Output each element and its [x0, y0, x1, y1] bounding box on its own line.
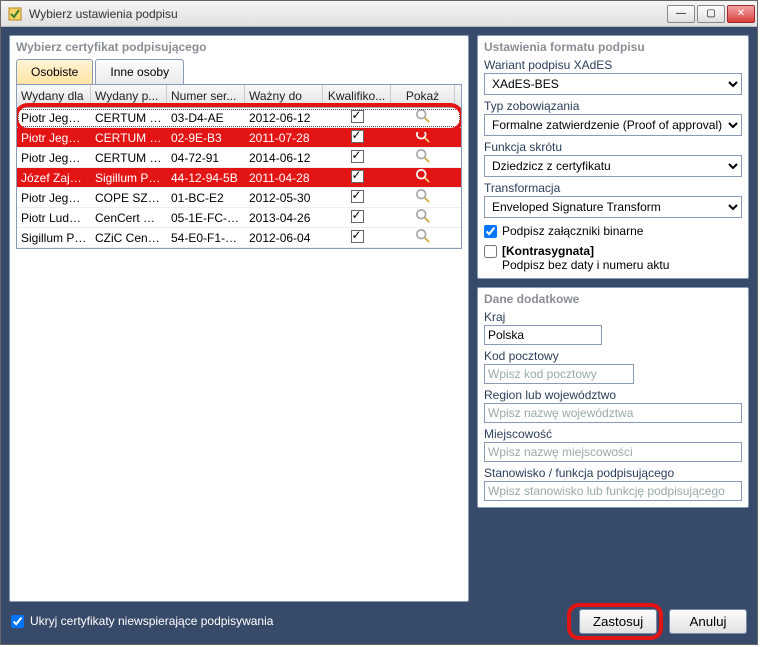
position-field[interactable] [484, 481, 742, 501]
sign-binary-checkbox[interactable] [484, 225, 497, 238]
country-field[interactable] [484, 325, 602, 345]
certificate-panel-title: Wybierz certyfikat podpisującego [16, 40, 462, 54]
qualified-check-icon [351, 190, 364, 203]
transform-label: Transformacja [484, 181, 742, 195]
postal-field[interactable] [484, 364, 634, 384]
city-label: Miejscowość [484, 427, 742, 441]
magnifier-icon[interactable] [416, 129, 430, 143]
magnifier-icon[interactable] [416, 149, 430, 163]
table-row[interactable]: Piotr Jegor...CERTUM QCA03-D4-AE2012-06-… [17, 108, 461, 128]
qualified-check-icon [351, 210, 364, 223]
qualified-check-icon [351, 150, 364, 163]
position-label: Stanowisko / funkcja podpisującego [484, 466, 742, 480]
countersign-desc: Podpisz bez daty i numeru aktu [502, 258, 669, 272]
country-label: Kraj [484, 310, 742, 324]
table-body: Piotr Jegor...CERTUM QCA03-D4-AE2012-06-… [17, 108, 461, 248]
col-issued-by[interactable]: Wydany p... [91, 85, 167, 107]
variant-select[interactable]: XAdES-BES [484, 73, 742, 95]
magnifier-icon[interactable] [416, 209, 430, 223]
magnifier-icon[interactable] [416, 109, 430, 123]
table-row[interactable]: Piotr JegorowCERTUM QCA02-9E-B32011-07-2… [17, 128, 461, 148]
table-row[interactable]: Piotr JegorowCOPE SZAF...01-BC-E22012-05… [17, 188, 461, 208]
transform-select[interactable]: Enveloped Signature Transform [484, 196, 742, 218]
variant-label: Wariant podpisu XAdES [484, 58, 742, 72]
hide-unsupported-checkbox[interactable] [11, 615, 24, 628]
magnifier-icon[interactable] [416, 169, 430, 183]
countersign-label: [Kontrasygnata] [502, 244, 594, 258]
format-settings-panel: Ustawienia formatu podpisu Wariant podpi… [477, 35, 749, 279]
qualified-check-icon [351, 110, 364, 123]
table-row[interactable]: Piotr Jegor...CERTUM QCA04-72-912014-06-… [17, 148, 461, 168]
additional-data-panel: Dane dodatkowe Kraj Kod pocztowy Region … [477, 287, 749, 508]
cancel-button[interactable]: Anuluj [669, 609, 747, 634]
close-button[interactable]: ✕ [727, 5, 755, 23]
col-issued-for[interactable]: Wydany dla [17, 85, 91, 107]
apply-button[interactable]: Zastosuj [579, 609, 657, 634]
magnifier-icon[interactable] [416, 189, 430, 203]
sign-binary-label: Podpisz załączniki binarne [502, 224, 643, 238]
table-header-row: Wydany dla Wydany p... Numer ser... Ważn… [17, 85, 461, 108]
col-qualified[interactable]: Kwalifiko... [323, 85, 391, 107]
table-row[interactable]: Sigillum PC...CZiC Centr...54-E0-F1-B...… [17, 228, 461, 248]
qualified-check-icon [351, 230, 364, 243]
certificate-table: Wydany dla Wydany p... Numer ser... Ważn… [16, 84, 462, 249]
tab-others[interactable]: Inne osoby [95, 59, 184, 84]
col-serial[interactable]: Numer ser... [167, 85, 245, 107]
hash-label: Funkcja skrótu [484, 140, 742, 154]
table-row[interactable]: Józef Zajko...Sigillum PC...44-12-94-5B2… [17, 168, 461, 188]
window-title: Wybierz ustawienia podpisu [29, 7, 665, 21]
certificate-panel: Wybierz certyfikat podpisującego Osobist… [9, 35, 469, 602]
minimize-button[interactable]: — [667, 5, 695, 23]
footer: Ukryj certyfikaty niewspierające podpisy… [9, 602, 749, 636]
commitment-label: Typ zobowiązania [484, 99, 742, 113]
app-icon [7, 6, 23, 22]
additional-title: Dane dodatkowe [484, 292, 742, 306]
col-show[interactable]: Pokaż [391, 85, 455, 107]
format-title: Ustawienia formatu podpisu [484, 40, 742, 54]
apply-highlight: Zastosuj [567, 603, 663, 640]
tab-personal[interactable]: Osobiste [16, 59, 93, 84]
hide-unsupported-label: Ukryj certyfikaty niewspierające podpisy… [30, 614, 273, 628]
hash-select[interactable]: Dziedzicz z certyfikatu [484, 155, 742, 177]
certificate-tabs: Osobiste Inne osoby [16, 59, 462, 84]
countersign-checkbox[interactable] [484, 245, 497, 258]
table-row[interactable]: Piotr Ludom...CenCert Ce...05-1E-FC-C...… [17, 208, 461, 228]
titlebar: Wybierz ustawienia podpisu — ▢ ✕ [1, 1, 757, 27]
dialog-window: Wybierz ustawienia podpisu — ▢ ✕ Wybierz… [0, 0, 758, 645]
city-field[interactable] [484, 442, 742, 462]
qualified-check-icon [351, 130, 364, 143]
maximize-button[interactable]: ▢ [697, 5, 725, 23]
qualified-check-icon [351, 170, 364, 183]
region-field[interactable] [484, 403, 742, 423]
postal-label: Kod pocztowy [484, 349, 742, 363]
col-valid-until[interactable]: Ważny do [245, 85, 323, 107]
magnifier-icon[interactable] [416, 229, 430, 243]
commitment-select[interactable]: Formalne zatwierdzenie (Proof of approva… [484, 114, 742, 136]
window-body: Wybierz certyfikat podpisującego Osobist… [1, 27, 757, 644]
region-label: Region lub województwo [484, 388, 742, 402]
